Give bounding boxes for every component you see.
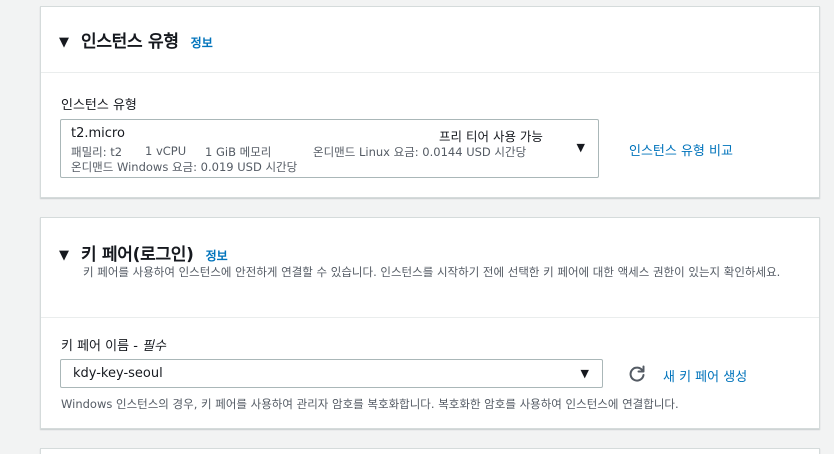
key-pair-label-text: 키 페어 이름 - <box>61 339 143 354</box>
windows-price: 온디맨드 Windows 요금: 0.019 USD 시간당 <box>71 160 298 174</box>
instance-type-title: 인스턴스 유형 <box>81 32 179 52</box>
key-pair-panel: ▼ 키 페어(로그인) 정보 키 페어를 사용하여 인스턴스에 안전하게 연결할… <box>40 217 820 429</box>
key-pair-description: 키 페어를 사용하여 인스턴스에 안전하게 연결할 수 있습니다. 인스턴스를 … <box>83 265 781 279</box>
collapse-caret-icon[interactable]: ▼ <box>59 35 69 50</box>
instance-type-name: t2.micro <box>71 126 125 141</box>
instance-type-info-link[interactable]: 정보 <box>191 34 213 51</box>
key-pair-help-text: Windows 인스턴스의 경우, 키 페어를 사용하여 관리자 암호를 복호화… <box>61 397 679 411</box>
refresh-icon[interactable] <box>627 364 649 386</box>
key-pair-title: 키 페어(로그인) <box>81 245 194 265</box>
instance-family: 패밀리: t2 <box>71 145 123 159</box>
next-panel <box>40 448 820 454</box>
key-pair-select[interactable]: kdy-key-seoul ▼ <box>60 359 603 388</box>
key-pair-header: ▼ 키 페어(로그인) 정보 키 페어를 사용하여 인스턴스에 안전하게 연결할… <box>41 218 819 318</box>
key-pair-info-link[interactable]: 정보 <box>206 247 228 264</box>
instance-type-field-label: 인스턴스 유형 <box>61 98 137 113</box>
dropdown-caret-icon: ▼ <box>576 141 585 154</box>
key-pair-field-label: 키 페어 이름 - 필수 <box>61 335 166 354</box>
instance-type-select[interactable]: t2.micro 프리 티어 사용 가능 패밀리: t2 1 vCPU 1 Gi… <box>60 119 599 178</box>
instance-vcpu: 1 vCPU <box>145 144 187 158</box>
create-key-pair-link[interactable]: 새 키 페어 생성 <box>663 366 747 385</box>
compare-instance-types-link[interactable]: 인스턴스 유형 비교 <box>629 140 733 159</box>
required-marker: 필수 <box>142 339 166 354</box>
instance-type-panel: ▼ 인스턴스 유형 정보 인스턴스 유형 t2.micro 프리 티어 사용 가… <box>40 6 820 198</box>
instance-memory: 1 GiB 메모리 <box>205 145 272 159</box>
collapse-caret-icon[interactable]: ▼ <box>59 248 69 263</box>
instance-type-header: ▼ 인스턴스 유형 정보 <box>41 7 819 73</box>
dropdown-caret-icon: ▼ <box>580 367 589 380</box>
key-pair-selected-value: kdy-key-seoul <box>73 366 163 381</box>
linux-price: 온디맨드 Linux 요금: 0.0144 USD 시간당 <box>313 145 527 159</box>
free-tier-tag: 프리 티어 사용 가능 <box>439 129 543 144</box>
